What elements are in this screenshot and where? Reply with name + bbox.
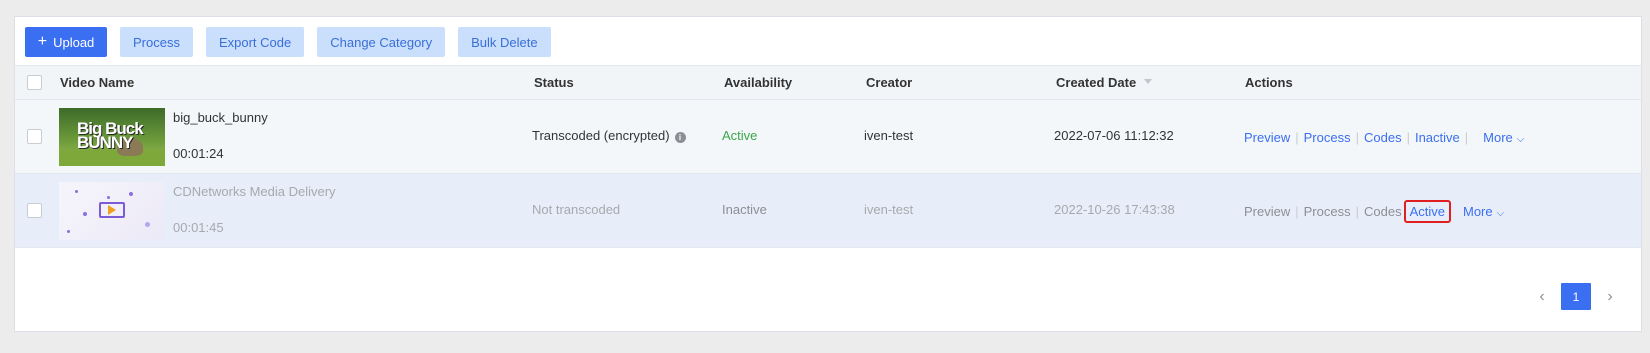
availability-cell: Inactive xyxy=(722,202,767,217)
codes-link[interactable]: Codes xyxy=(1364,130,1402,145)
header-actions: Actions xyxy=(1245,75,1293,90)
play-icon xyxy=(108,205,116,215)
separator: | xyxy=(1355,129,1359,145)
bulk-delete-button[interactable]: Bulk Delete xyxy=(458,27,551,57)
process-link[interactable]: Process xyxy=(1304,130,1351,145)
header-status: Status xyxy=(534,75,574,90)
pagination: ‹ 1 › xyxy=(1535,283,1617,310)
change-category-button[interactable]: Change Category xyxy=(317,27,446,57)
more-label: More xyxy=(1483,129,1513,145)
table-header: Video Name Status Availability Creator C… xyxy=(15,65,1641,100)
row-checkbox[interactable] xyxy=(27,129,42,144)
thumb-dot xyxy=(145,222,150,227)
codes-link[interactable]: Codes xyxy=(1364,204,1402,219)
sort-desc-icon[interactable] xyxy=(1144,79,1153,84)
status-cell: Transcoded (encrypted) i xyxy=(532,128,686,143)
chevron-right-icon[interactable]: › xyxy=(1603,288,1617,306)
inactive-link[interactable]: Inactive xyxy=(1415,130,1460,145)
status-cell: Not transcoded xyxy=(532,202,621,217)
chevron-left-icon[interactable]: ‹ xyxy=(1535,288,1549,306)
select-all-checkbox[interactable] xyxy=(27,75,42,90)
video-table: Video Name Status Availability Creator C… xyxy=(15,65,1641,248)
created-date-label: Created Date xyxy=(1056,75,1137,90)
plus-icon: + xyxy=(37,33,48,50)
upload-button[interactable]: + Upload xyxy=(25,27,107,57)
separator: | xyxy=(1464,129,1469,145)
thumb-dot xyxy=(83,212,87,216)
separator: | xyxy=(1406,129,1410,145)
more-dropdown[interactable]: More ⌵ xyxy=(1463,204,1504,219)
video-thumbnail[interactable] xyxy=(59,182,165,240)
creator-cell: iven-test xyxy=(864,128,914,143)
chevron-down-icon: ⌵ xyxy=(1496,207,1505,219)
status-text: Transcoded (encrypted) xyxy=(532,128,670,143)
export-code-button[interactable]: Export Code xyxy=(205,27,305,57)
header-availability: Availability xyxy=(724,75,793,90)
process-button[interactable]: Process xyxy=(120,27,193,57)
thumb-dot xyxy=(67,230,70,233)
separator: | xyxy=(1355,203,1359,219)
preview-link[interactable]: Preview xyxy=(1244,130,1290,145)
chevron-down-icon: ⌵ xyxy=(1516,133,1525,145)
thumb-grass xyxy=(59,150,165,166)
header-video-name: Video Name xyxy=(60,75,135,90)
more-label: More xyxy=(1462,203,1493,219)
active-link[interactable]: Active xyxy=(1403,199,1451,223)
header-creator: Creator xyxy=(866,75,913,90)
thumb-dot xyxy=(107,196,110,199)
process-link[interactable]: Process xyxy=(1304,204,1351,219)
toolbar: + Upload Process Export Code Change Cate… xyxy=(25,27,551,57)
preview-link[interactable]: Preview xyxy=(1244,204,1290,219)
header-created-date[interactable]: Created Date xyxy=(1056,66,1153,99)
thumb-dot xyxy=(129,192,133,196)
video-thumbnail[interactable]: Big Buck BUNNY xyxy=(59,108,165,166)
video-duration: 00:01:45 xyxy=(173,220,224,235)
video-name[interactable]: big_buck_bunny xyxy=(173,110,268,125)
video-list-panel: + Upload Process Export Code Change Cate… xyxy=(14,16,1642,332)
table-row: CDNetworks Media Delivery 00:01:45 Not t… xyxy=(15,174,1641,248)
separator: | xyxy=(1295,203,1299,219)
created-date-cell: 2022-10-26 17:43:38 xyxy=(1054,202,1175,217)
creator-cell: iven-test xyxy=(864,202,914,217)
upload-label: Upload xyxy=(53,34,95,50)
row-checkbox[interactable] xyxy=(27,203,42,218)
thumb-dot xyxy=(75,190,78,193)
created-date-cell: 2022-07-06 11:12:32 xyxy=(1054,128,1174,143)
info-icon[interactable]: i xyxy=(674,132,686,143)
video-name[interactable]: CDNetworks Media Delivery xyxy=(173,184,336,199)
page-number-current[interactable]: 1 xyxy=(1561,283,1591,310)
row-actions: Preview | Process | Codes | Inactive | More ⌵ xyxy=(1244,100,1524,174)
availability-cell: Active xyxy=(722,128,758,143)
more-dropdown[interactable]: More ⌵ xyxy=(1483,130,1524,145)
thumb-title-art: Big Buck BUNNY xyxy=(77,119,144,152)
video-duration: 00:01:24 xyxy=(173,146,224,161)
row-actions: Preview | Process | Codes Active More ⌵ xyxy=(1244,174,1504,248)
separator: | xyxy=(1295,129,1299,145)
table-row: Big Buck BUNNY big_buck_bunny 00:01:24 Tr… xyxy=(15,100,1641,174)
